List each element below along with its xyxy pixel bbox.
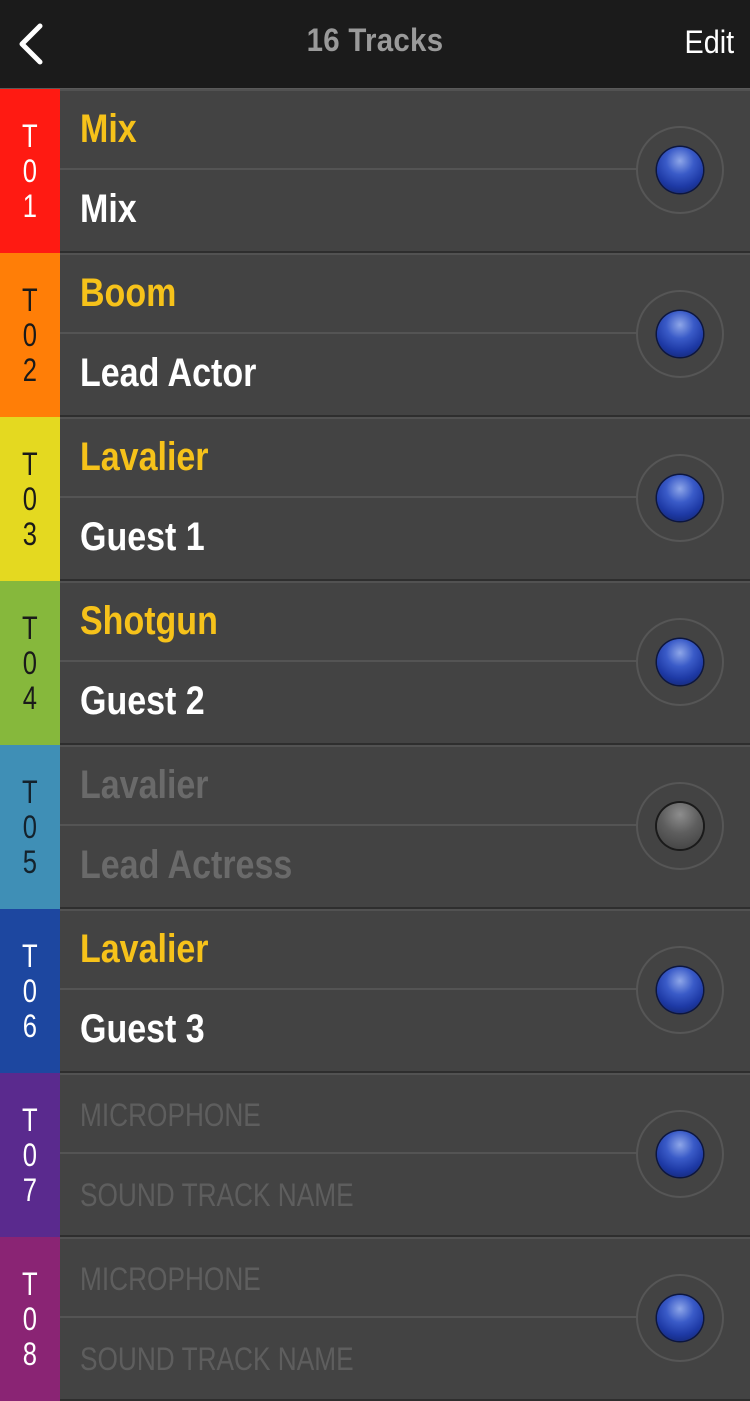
track-number-tab: T06 xyxy=(0,909,60,1073)
track-number-char: T xyxy=(22,445,38,482)
track-enable-toggle[interactable] xyxy=(636,618,724,706)
track-enable-toggle[interactable] xyxy=(636,782,724,870)
track-row[interactable]: T 0 6 Lavalier Guest 3 xyxy=(0,909,750,1073)
indicator-on-icon xyxy=(657,639,703,685)
track-row[interactable]: T 0 3 Lavalier Guest 1 xyxy=(0,417,750,581)
row-divider xyxy=(60,168,638,170)
microphone-field[interactable]: Lavalier xyxy=(80,435,209,480)
track-number-char: 8 xyxy=(22,1335,38,1372)
track-number-char: 0 xyxy=(22,1136,38,1173)
track-number-char: 7 xyxy=(22,1171,38,1208)
track-number-char: T xyxy=(22,1265,38,1302)
row-divider xyxy=(60,332,638,334)
track-number-tab: T07 xyxy=(0,1073,60,1237)
chevron-left-icon xyxy=(19,23,43,65)
track-number-tab: T02 xyxy=(0,253,60,417)
track-name-field[interactable]: SOUND TRACK NAME xyxy=(80,1177,354,1214)
track-number-char: 0 xyxy=(22,152,38,189)
track-number-char: T xyxy=(22,773,38,810)
track-number-char: 0 xyxy=(22,808,38,845)
track-number-tab: T03 xyxy=(0,417,60,581)
track-number-char: 5 xyxy=(22,843,38,880)
track-number-tab: T04 xyxy=(0,581,60,745)
microphone-field[interactable]: Boom xyxy=(80,271,176,316)
indicator-on-icon xyxy=(657,147,703,193)
microphone-field[interactable]: Mix xyxy=(80,107,137,152)
page-title: 16 Tracks xyxy=(306,22,444,58)
track-enable-toggle[interactable] xyxy=(636,1274,724,1362)
track-enable-toggle[interactable] xyxy=(636,1110,724,1198)
row-divider xyxy=(60,496,638,498)
track-number-char: 0 xyxy=(22,972,38,1009)
indicator-on-icon xyxy=(657,475,703,521)
track-row[interactable]: T 0 7 MICROPHONE SOUND TRACK NAME xyxy=(0,1073,750,1237)
track-name-field[interactable]: Mix xyxy=(80,187,137,232)
row-divider xyxy=(60,988,638,990)
track-number-char: 2 xyxy=(22,351,38,388)
track-number-tab: T01 xyxy=(0,89,60,253)
track-list: T 0 1 Mix Mix T 0 2 Boom Lead Actor T 0 3 Lavalier Gue… xyxy=(0,89,750,1401)
track-number-char: 3 xyxy=(22,515,38,552)
track-row[interactable]: T 0 4 Shotgun Guest 2 xyxy=(0,581,750,745)
microphone-field[interactable]: Lavalier xyxy=(80,763,209,808)
track-enable-toggle[interactable] xyxy=(636,454,724,542)
track-row[interactable]: T 0 1 Mix Mix xyxy=(0,89,750,253)
microphone-field[interactable]: Shotgun xyxy=(80,599,218,644)
row-divider xyxy=(60,824,638,826)
track-row[interactable]: T 0 2 Boom Lead Actor xyxy=(0,253,750,417)
track-enable-toggle[interactable] xyxy=(636,126,724,214)
track-name-field[interactable]: Lead Actress xyxy=(80,843,292,888)
microphone-field[interactable]: MICROPHONE xyxy=(80,1261,261,1298)
microphone-field[interactable]: Lavalier xyxy=(80,927,209,972)
track-number-char: T xyxy=(22,937,38,974)
navigation-bar: 16 Tracks Edit xyxy=(0,0,750,89)
track-name-field[interactable]: Lead Actor xyxy=(80,351,256,396)
indicator-off-icon xyxy=(657,803,703,849)
track-name-field[interactable]: Guest 1 xyxy=(80,515,205,560)
track-number-char: T xyxy=(22,1101,38,1138)
edit-button[interactable]: Edit xyxy=(684,24,734,61)
track-number-char: 6 xyxy=(22,1007,38,1044)
indicator-on-icon xyxy=(657,1131,703,1177)
track-number-tab: T08 xyxy=(0,1237,60,1401)
back-button[interactable] xyxy=(12,20,52,68)
indicator-on-icon xyxy=(657,311,703,357)
row-divider xyxy=(60,1316,638,1318)
track-number-char: T xyxy=(22,117,38,154)
track-number-char: T xyxy=(22,281,38,318)
row-divider xyxy=(60,660,638,662)
track-number-char: T xyxy=(22,609,38,646)
track-number-char: 1 xyxy=(22,187,38,224)
track-number-char: 0 xyxy=(22,480,38,517)
track-name-field[interactable]: Guest 3 xyxy=(80,1007,205,1052)
track-number-char: 4 xyxy=(22,679,38,716)
track-name-field[interactable]: Guest 2 xyxy=(80,679,205,724)
microphone-field[interactable]: MICROPHONE xyxy=(80,1097,261,1134)
track-enable-toggle[interactable] xyxy=(636,290,724,378)
row-divider xyxy=(60,1152,638,1154)
track-number-char: 0 xyxy=(22,316,38,353)
indicator-on-icon xyxy=(657,967,703,1013)
indicator-on-icon xyxy=(657,1295,703,1341)
track-row[interactable]: T 0 5 Lavalier Lead Actress xyxy=(0,745,750,909)
track-enable-toggle[interactable] xyxy=(636,946,724,1034)
track-name-field[interactable]: SOUND TRACK NAME xyxy=(80,1341,354,1378)
track-number-tab: T05 xyxy=(0,745,60,909)
track-number-char: 0 xyxy=(22,644,38,681)
track-row[interactable]: T 0 8 MICROPHONE SOUND TRACK NAME xyxy=(0,1237,750,1401)
track-number-char: 0 xyxy=(22,1300,38,1337)
